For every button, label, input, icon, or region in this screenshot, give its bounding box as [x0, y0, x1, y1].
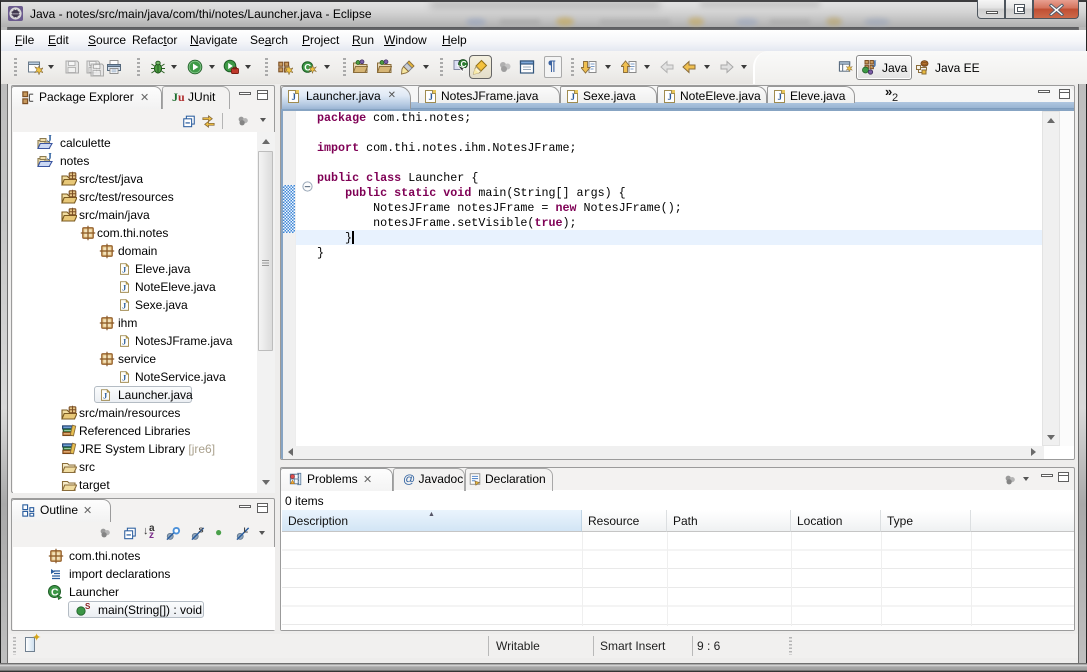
- svg-text:L: L: [244, 526, 249, 535]
- svg-text:S: S: [199, 526, 204, 535]
